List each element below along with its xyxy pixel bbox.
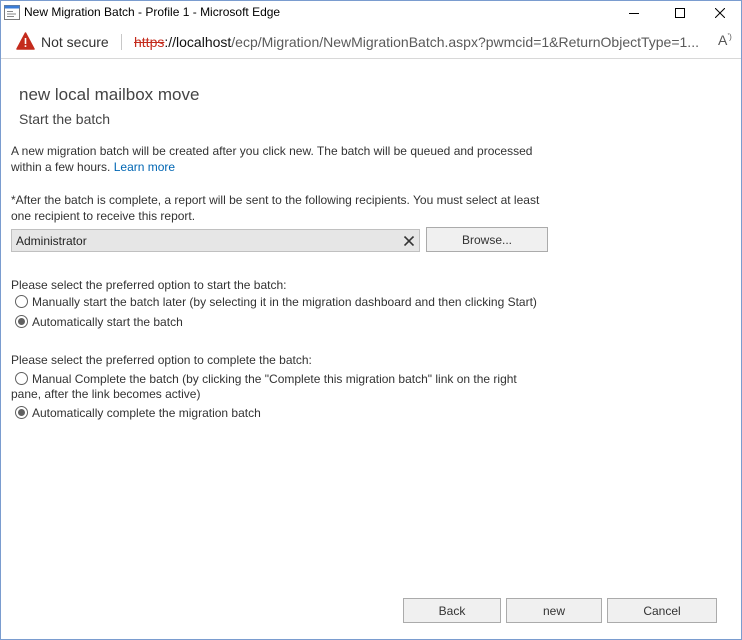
page-title: new local mailbox move	[19, 85, 200, 104]
url-path: /ecp/Migration/NewMigrationBatch.aspx?pw…	[231, 34, 699, 50]
minimize-icon	[629, 13, 639, 14]
intro-text: A new migration batch will be created af…	[11, 143, 551, 175]
report-recipients-text: *After the batch is complete, a report w…	[11, 193, 540, 223]
recipient-value: Administrator	[16, 234, 87, 248]
cancel-button[interactable]: Cancel	[607, 598, 717, 623]
recipient-field[interactable]: Administrator	[11, 229, 420, 252]
radio-label: Automatically complete the migration bat…	[32, 406, 261, 420]
radio-button[interactable]	[15, 295, 28, 308]
radio-button-selected[interactable]	[15, 406, 28, 419]
url-field[interactable]: https://localhost/ecp/Migration/NewMigra…	[134, 34, 699, 50]
warning-icon[interactable]	[16, 32, 35, 50]
radio-label-continued: pane, after the link becomes active)	[11, 387, 201, 401]
close-icon	[715, 8, 725, 18]
radio-label: Manually start the batch later (by selec…	[32, 295, 537, 309]
back-button[interactable]: Back	[403, 598, 501, 623]
page-content: new local mailbox move Start the batch A…	[1, 60, 741, 639]
browser-window: New Migration Batch - Profile 1 - Micros…	[0, 0, 742, 640]
remove-recipient-button[interactable]	[398, 230, 419, 251]
intro-description: A new migration batch will be created af…	[11, 144, 533, 174]
read-aloud-icon[interactable]: Aʼ)	[718, 32, 732, 48]
new-button[interactable]: new	[506, 598, 602, 623]
app-window-icon	[4, 5, 20, 20]
radio-label: Automatically start the batch	[32, 315, 183, 329]
radio-button[interactable]	[15, 372, 28, 385]
radio-label: Manual Complete the batch (by clicking t…	[32, 372, 517, 386]
maximize-icon	[675, 8, 685, 18]
title-bar: New Migration Batch - Profile 1 - Micros…	[1, 1, 741, 25]
step-title: Start the batch	[19, 111, 111, 127]
learn-more-link[interactable]: Learn more	[114, 160, 175, 174]
url-scheme: https	[134, 34, 165, 50]
address-divider	[121, 34, 122, 50]
close-icon	[403, 235, 414, 246]
browse-button[interactable]: Browse...	[426, 227, 548, 252]
minimize-button[interactable]	[611, 1, 657, 25]
security-status[interactable]: Not secure	[41, 34, 109, 50]
complete-prompt: Please select the preferred option to co…	[11, 353, 312, 367]
radio-button-selected[interactable]	[15, 315, 28, 328]
window-title: New Migration Batch - Profile 1 - Micros…	[24, 5, 281, 19]
address-bar[interactable]: Not secure https://localhost/ecp/Migrati…	[1, 25, 741, 59]
close-window-button[interactable]	[697, 1, 742, 25]
start-prompt: Please select the preferred option to st…	[11, 278, 287, 292]
url-host: ://localhost	[164, 34, 232, 50]
